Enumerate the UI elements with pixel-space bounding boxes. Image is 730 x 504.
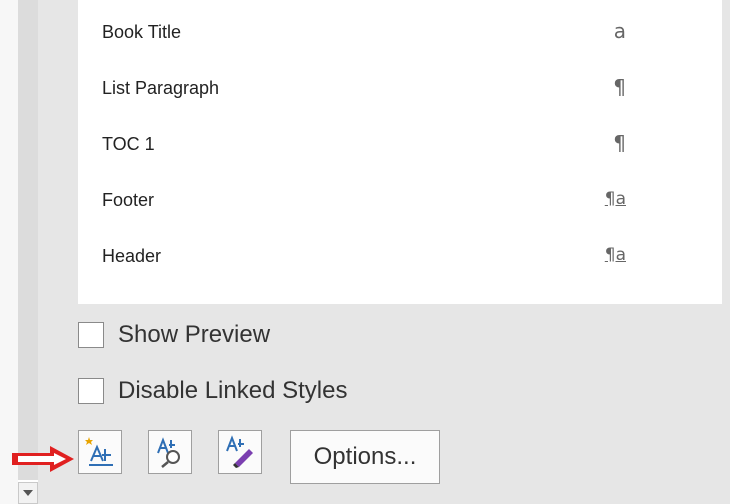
show-preview-label: Show Preview [118,321,271,348]
options-button[interactable]: Options... [290,430,440,484]
new-style-icon [85,437,113,466]
style-item-book-title[interactable]: Book Title a [78,4,722,60]
pane-dropdown-button[interactable] [18,482,38,504]
left-scrollbar[interactable] [18,0,39,480]
red-arrow-icon [12,446,74,472]
manage-styles-icon [226,435,253,468]
show-preview-row[interactable]: Show Preview [78,320,270,350]
style-list[interactable]: Book Title a List Paragraph ¶ TOC 1 ¶ Fo… [78,0,722,304]
paragraph-style-icon: ¶ [613,131,626,155]
linked-style-icon: ¶a [604,189,626,209]
disable-linked-styles-checkbox[interactable] [78,378,104,404]
manage-styles-button[interactable] [218,430,262,474]
paragraph-style-icon: ¶ [613,75,626,99]
style-name: Book Title [102,22,182,42]
style-inspector-button[interactable] [148,430,192,474]
style-item-toc-1[interactable]: TOC 1 ¶ [78,116,722,172]
style-name: List Paragraph [102,78,220,98]
left-edge [0,0,18,504]
disable-linked-styles-row[interactable]: Disable Linked Styles [78,376,347,406]
style-item-list-paragraph[interactable]: List Paragraph ¶ [78,60,722,116]
new-style-button[interactable] [78,430,122,474]
style-item-partial[interactable]: ¶ [78,260,722,304]
style-inspector-icon [157,437,180,468]
style-name: Footer [102,190,155,210]
disable-linked-styles-label: Disable Linked Styles [118,377,348,404]
character-style-icon: a [613,19,626,43]
style-name: TOC 1 [102,134,155,154]
style-item-footer[interactable]: Footer ¶a [78,172,722,228]
chevron-down-icon [23,490,33,496]
show-preview-checkbox[interactable] [78,322,104,348]
